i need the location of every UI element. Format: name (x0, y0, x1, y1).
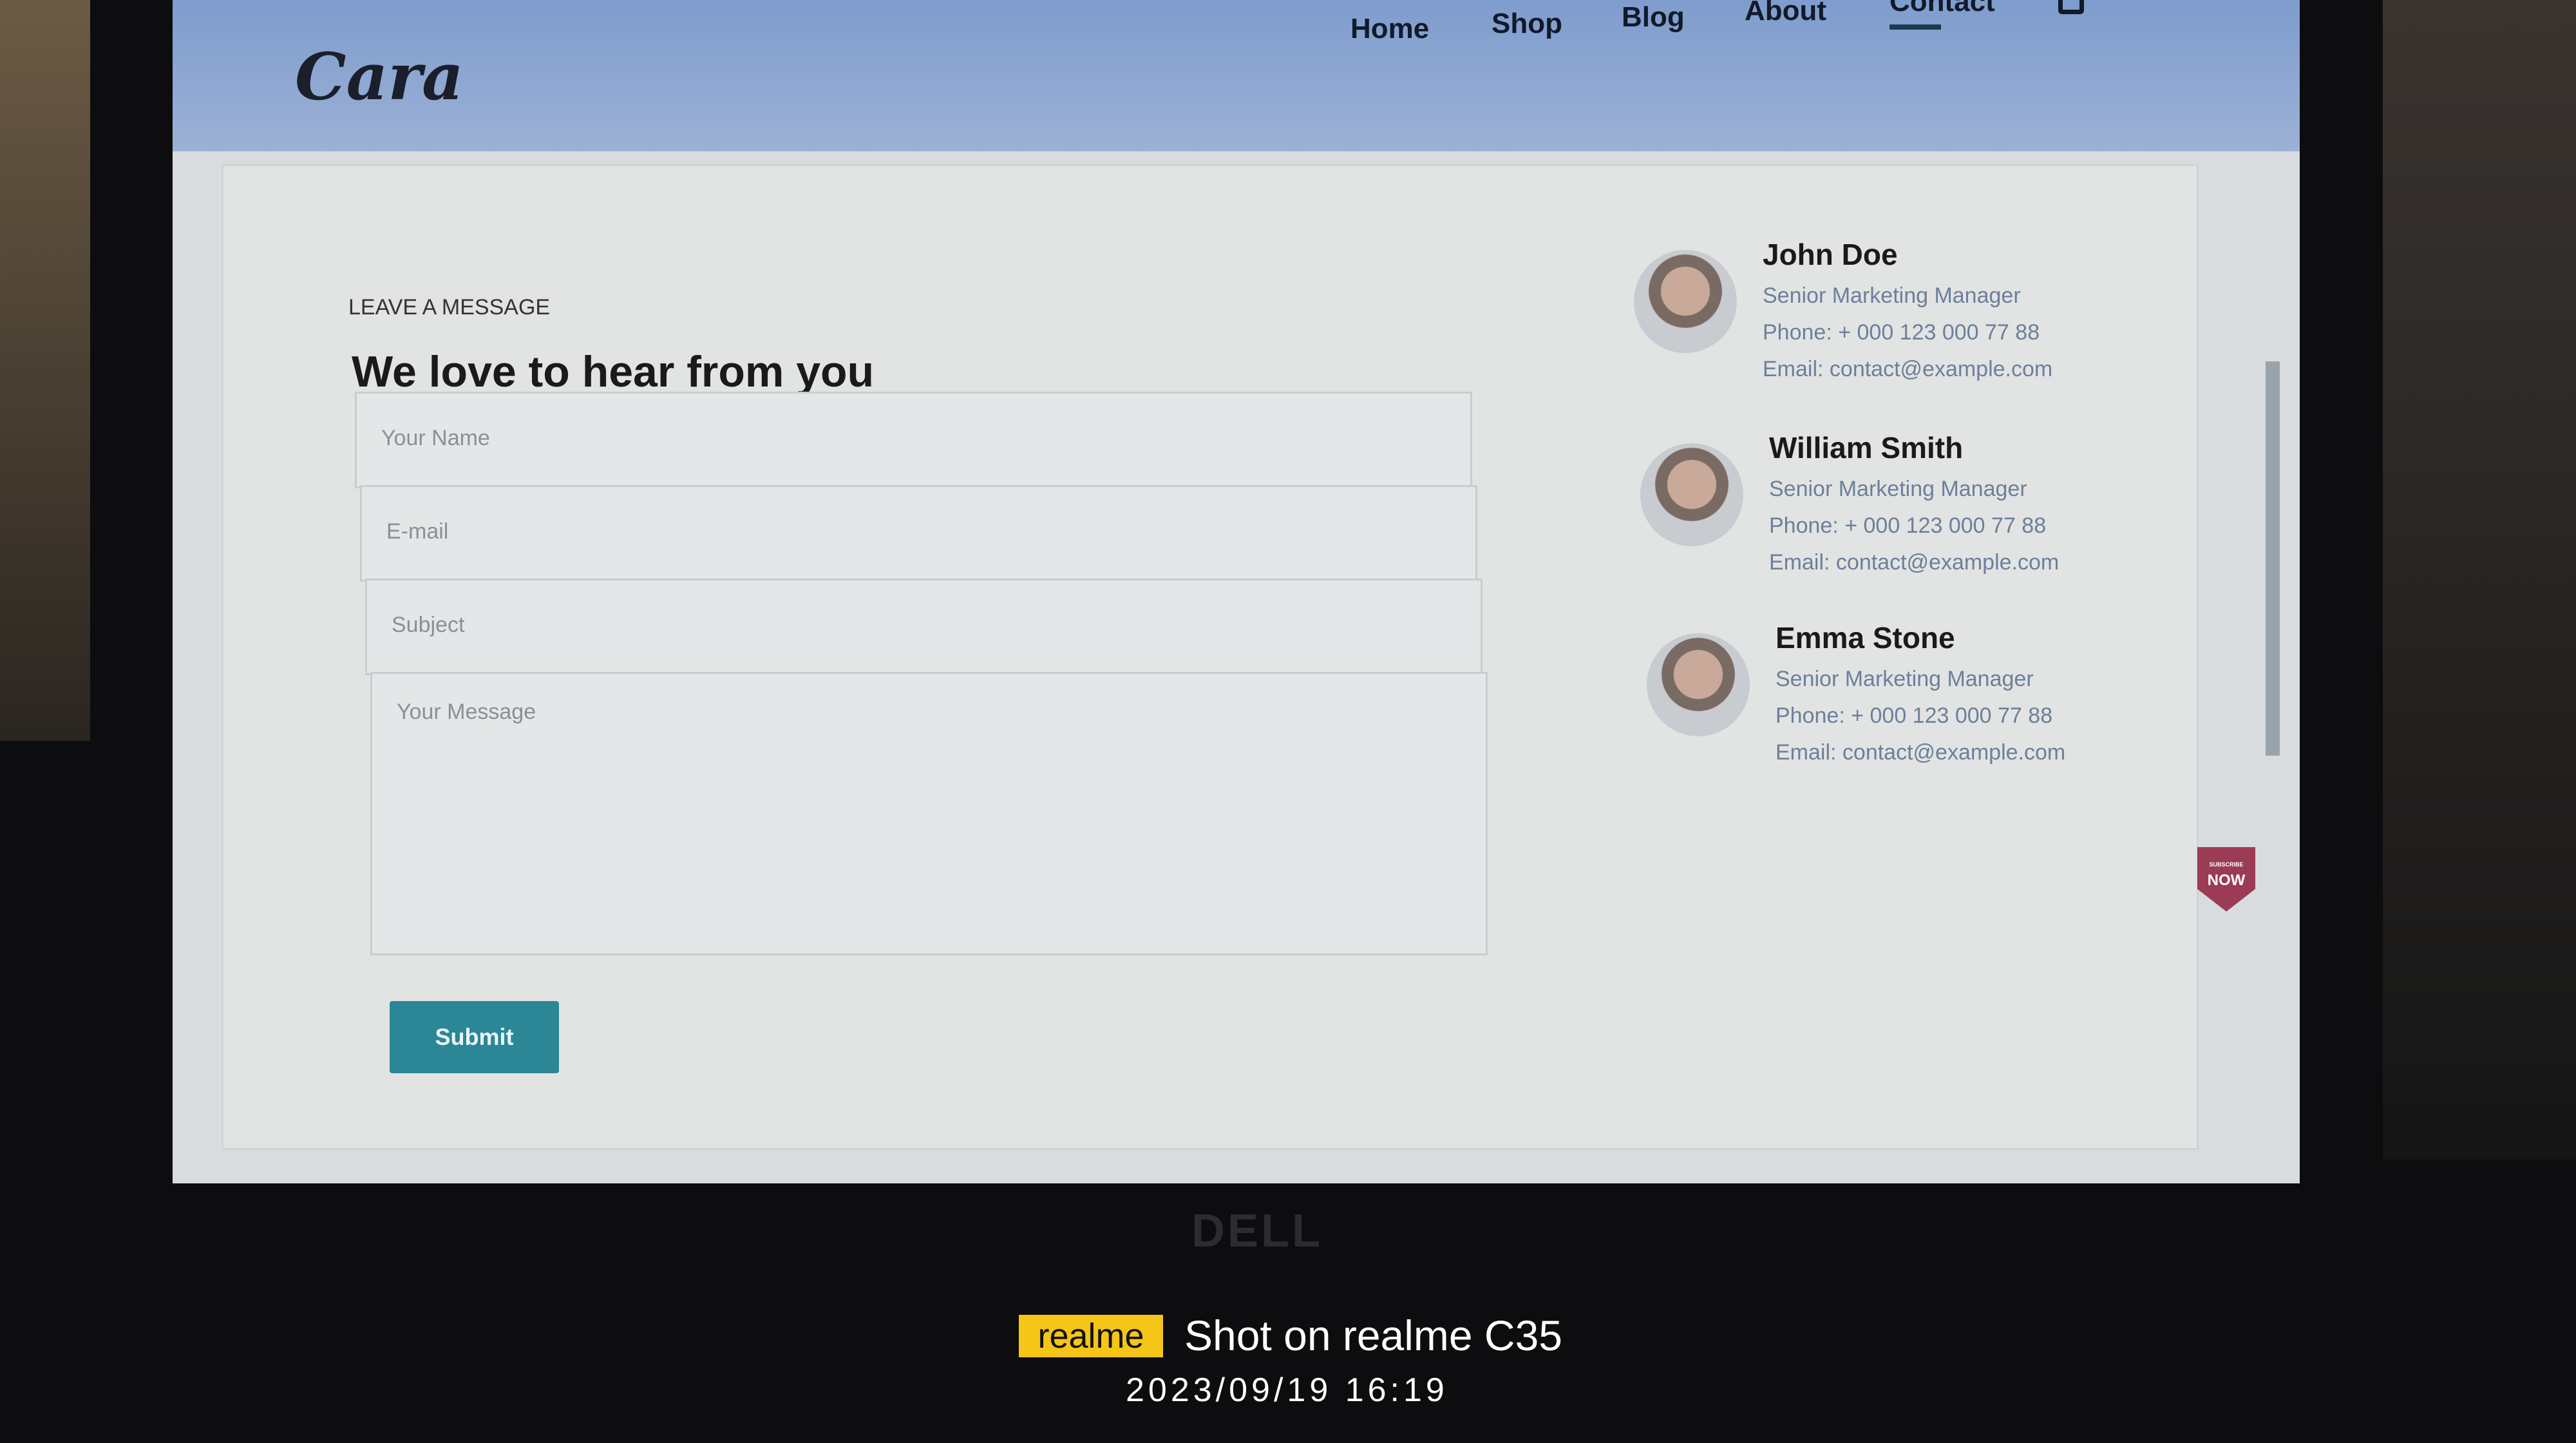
nav-home[interactable]: Home (1350, 13, 1429, 45)
nav-blog[interactable]: Blog (1622, 1, 1685, 33)
nav-about[interactable]: About (1745, 0, 1826, 27)
avatar (1640, 443, 1743, 546)
scrollbar-thumb[interactable] (2266, 361, 2280, 756)
subject-input[interactable]: Subject (365, 578, 1482, 675)
submit-button[interactable]: Submit (390, 1001, 559, 1073)
watermark-text: Shot on realme C35 (1184, 1312, 1563, 1359)
nav-contact[interactable]: Contact (1889, 0, 1995, 18)
message-textarea[interactable]: Your Message (370, 672, 1488, 955)
contact-phone: Phone: + 000 123 000 77 88 (1769, 513, 2047, 538)
badge-top-text: SUBSCRIBE (2209, 861, 2244, 868)
contact-name: Emma Stone (1776, 621, 1955, 655)
monitor-screen: Cara Home Shop Blog About Contact LEAVE … (173, 0, 2300, 1183)
form-heading: We love to hear from you (352, 347, 875, 396)
subscribe-now-badge[interactable]: SUBSCRIBE NOW (2197, 847, 2255, 912)
contact-email: Email: contact@example.com (1763, 357, 2053, 381)
contact-title: Senior Marketing Manager (1763, 283, 2021, 308)
contact-card: LEAVE A MESSAGE We love to hear from you… (222, 164, 2199, 1150)
eyebrow-text: LEAVE A MESSAGE (348, 295, 551, 320)
site-header: Cara Home Shop Blog About Contact (173, 0, 2300, 151)
logo[interactable]: Cara (295, 39, 464, 115)
dell-logo: DELL (1191, 1205, 1323, 1257)
avatar (1634, 250, 1737, 353)
contact-title: Senior Marketing Manager (1776, 667, 2034, 691)
contact-phone: Phone: + 000 123 000 77 88 (1776, 703, 2053, 728)
active-nav-underline (1889, 24, 1941, 30)
contact-title: Senior Marketing Manager (1769, 477, 2027, 501)
nav-shop[interactable]: Shop (1492, 8, 1562, 40)
background-wall (0, 0, 90, 741)
contact-phone: Phone: + 000 123 000 77 88 (1763, 320, 2040, 345)
contact-email: Email: contact@example.com (1769, 550, 2060, 575)
background-room (2383, 0, 2576, 1160)
realme-logo: realme (1019, 1315, 1163, 1357)
avatar (1647, 633, 1750, 736)
contact-name: William Smith (1769, 431, 1964, 464)
email-input[interactable]: E-mail (360, 485, 1477, 582)
watermark-datetime: 2023/09/19 16:19 (1126, 1371, 1448, 1409)
name-input[interactable]: Your Name (355, 392, 1472, 488)
shopping-bag-icon[interactable] (2058, 0, 2084, 14)
contact-name: John Doe (1763, 238, 1898, 271)
badge-main-text: NOW (2207, 872, 2246, 889)
contact-email: Email: contact@example.com (1776, 740, 2066, 765)
